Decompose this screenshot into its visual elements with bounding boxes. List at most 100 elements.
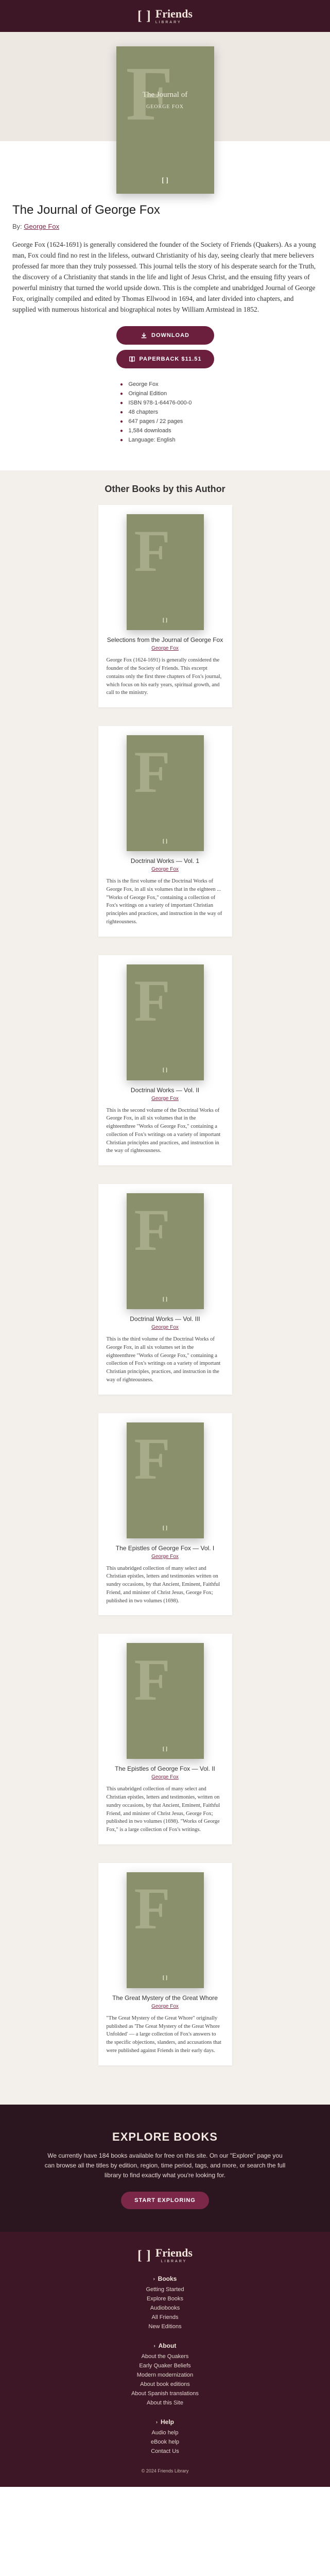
- spec-item: ● George Fox: [119, 380, 212, 389]
- footer-link[interactable]: New Editions: [0, 2322, 330, 2331]
- card-title[interactable]: Doctrinal Works — Vol. II: [107, 1087, 224, 1094]
- hero-book: F The Journal of GEORGE FOX [ ]: [116, 46, 214, 194]
- top-header: [ ] Friends Library: [0, 0, 330, 32]
- chevron-right-icon: ›: [155, 2419, 158, 2425]
- explore-title: EXPLORE BOOKS: [112, 2130, 218, 2143]
- book-icon: [129, 356, 135, 362]
- book-card[interactable]: F [ ] The Epistles of George Fox — Vol. …: [98, 1634, 232, 1844]
- footer-link[interactable]: Getting Started: [0, 2285, 330, 2294]
- footer-link[interactable]: Audiobooks: [0, 2303, 330, 2313]
- logo-mark: [ ]: [137, 2247, 151, 2263]
- footer-section-books: › Books Getting Started Explore Books Aud…: [0, 2274, 330, 2331]
- card-author-link[interactable]: George Fox: [107, 1554, 224, 1560]
- book-card[interactable]: F [ ] Selections from the Journal of Geo…: [98, 505, 232, 708]
- cover-logo: [ ]: [162, 617, 168, 623]
- footer-section-about: › About About the Quakers Early Quaker Be…: [0, 2341, 330, 2408]
- byline-label: By:: [12, 223, 22, 230]
- card-description: This unabridged collection of many selec…: [106, 1786, 220, 1833]
- card-title[interactable]: Selections from the Journal of George Fo…: [107, 636, 224, 643]
- card-cover[interactable]: F [ ]: [126, 735, 204, 852]
- cover-monogram: F: [134, 1426, 170, 1492]
- book-card[interactable]: F [ ] The Epistles of George Fox — Vol. …: [98, 1413, 232, 1616]
- footer-link[interactable]: Explore Books: [0, 2294, 330, 2303]
- author-link[interactable]: George Fox: [24, 223, 59, 230]
- card-author-link[interactable]: George Fox: [107, 2004, 224, 2009]
- footer-link[interactable]: Early Quaker Beliefs: [0, 2361, 330, 2370]
- card-cover[interactable]: F [ ]: [126, 1872, 204, 1988]
- footer-link[interactable]: eBook help: [0, 2437, 330, 2447]
- card-description: George Fox (1624-1691) is generally cons…: [106, 657, 222, 696]
- footer-link[interactable]: About Spanish translations: [0, 2389, 330, 2398]
- card-title[interactable]: The Epistles of George Fox — Vol. I: [107, 1545, 224, 1552]
- logo-sub: Library: [161, 2260, 187, 2264]
- footer-link[interactable]: About book editions: [0, 2380, 330, 2389]
- card-cover[interactable]: F [ ]: [126, 1193, 204, 1310]
- card-description: This is the second volume of the Doctrin…: [106, 1107, 221, 1154]
- download-icon: [141, 332, 147, 338]
- card-author-link[interactable]: George Fox: [107, 646, 224, 651]
- footer-section-title[interactable]: › Help: [156, 2418, 174, 2426]
- cover-monogram: F: [134, 739, 170, 805]
- footer-link[interactable]: About this Site: [0, 2398, 330, 2408]
- card-author-link[interactable]: George Fox: [107, 1325, 224, 1330]
- download-button[interactable]: Download: [116, 326, 214, 345]
- book-cover: F The Journal of GEORGE FOX [ ]: [116, 46, 214, 194]
- download-label: Download: [151, 332, 189, 339]
- spec-item: ● Original Edition: [119, 389, 212, 398]
- card-title[interactable]: Doctrinal Works — Vol. III: [107, 1315, 224, 1323]
- book-specs: ● George Fox ● Original Edition ● ISBN 978-…: [119, 380, 212, 445]
- card-title[interactable]: The Epistles of George Fox — Vol. II: [107, 1765, 224, 1772]
- book-card[interactable]: F [ ] The Great Mystery of the Great Who…: [98, 1862, 232, 2065]
- card-title[interactable]: Doctrinal Works — Vol. 1: [107, 857, 224, 865]
- start-exploring-button[interactable]: Start Exploring: [121, 2192, 209, 2210]
- footer-link[interactable]: All Friends: [0, 2313, 330, 2322]
- paperback-label: Paperback $11.51: [139, 356, 202, 363]
- card-author-link[interactable]: George Fox: [107, 1774, 224, 1780]
- card-description: This is the third volume of the Doctrina…: [106, 1336, 221, 1383]
- card-title[interactable]: The Great Mystery of the Great Whore: [107, 1994, 224, 2002]
- book-title: The Journal of George Fox: [12, 203, 160, 217]
- bullet-icon: ●: [119, 428, 124, 434]
- card-cover[interactable]: F [ ]: [126, 514, 204, 631]
- cover-monogram: F: [134, 1876, 170, 1942]
- card-description: "The Great Mystery of the Great Whore" o…: [106, 2015, 221, 2054]
- card-description: This is the first volume of the Doctrina…: [106, 878, 222, 925]
- card-author-link[interactable]: George Fox: [107, 1096, 224, 1101]
- bullet-icon: ●: [119, 391, 124, 397]
- book-card[interactable]: F [ ] Doctrinal Works — Vol. 1 George Fo…: [98, 726, 232, 937]
- chevron-right-icon: ›: [153, 2276, 155, 2282]
- footer-section-help: › Help Audio help eBook help Contact Us: [0, 2417, 330, 2456]
- hero-section: F The Journal of GEORGE FOX [ ]: [0, 32, 330, 194]
- logo-mark: [ ]: [137, 8, 151, 23]
- bullet-icon: ●: [119, 409, 124, 415]
- book-card[interactable]: F [ ] Doctrinal Works — Vol. II George F…: [98, 955, 232, 1166]
- footer-section-title[interactable]: › About: [154, 2342, 177, 2349]
- footer-link[interactable]: Modern modernization: [0, 2370, 330, 2380]
- site-logo[interactable]: [ ] Friends Library: [137, 8, 193, 24]
- byline: By: George Fox: [12, 223, 318, 230]
- spec-item: ● 647 pages / 22 pages: [119, 417, 212, 426]
- cover-logo: [ ]: [162, 1975, 168, 1981]
- explore-section: EXPLORE BOOKS We currently have 184 book…: [0, 2104, 330, 2232]
- footer-link[interactable]: Audio help: [0, 2428, 330, 2437]
- card-description: This unabridged collection of many selec…: [106, 1565, 220, 1604]
- book-card[interactable]: F [ ] Doctrinal Works — Vol. III George …: [98, 1184, 232, 1395]
- footer-logo[interactable]: [ ] Friends Library: [0, 2247, 330, 2264]
- card-cover[interactable]: F [ ]: [126, 1422, 204, 1538]
- spec-item: ● ISBN 978-1-64476-000-0: [119, 398, 212, 408]
- card-author-link[interactable]: George Fox: [107, 867, 224, 872]
- paperback-button[interactable]: Paperback $11.51: [116, 350, 214, 369]
- bullet-icon: ●: [119, 418, 124, 425]
- other-books-section: Other Books by this Author F [ ] Selecti…: [0, 470, 330, 2105]
- cover-monogram: F: [134, 1197, 170, 1263]
- cover-logo: [ ]: [162, 1296, 168, 1302]
- footer-link[interactable]: About the Quakers: [0, 2352, 330, 2361]
- cover-title: The Journal of: [142, 90, 188, 99]
- card-cover[interactable]: F [ ]: [126, 964, 204, 1080]
- cover-monogram: F: [134, 518, 170, 584]
- card-cover[interactable]: F [ ]: [126, 1643, 204, 1759]
- cover-monogram: F: [134, 1647, 170, 1713]
- bullet-icon: ●: [119, 400, 124, 406]
- footer-link[interactable]: Contact Us: [0, 2447, 330, 2456]
- footer-section-title[interactable]: › Books: [153, 2275, 177, 2282]
